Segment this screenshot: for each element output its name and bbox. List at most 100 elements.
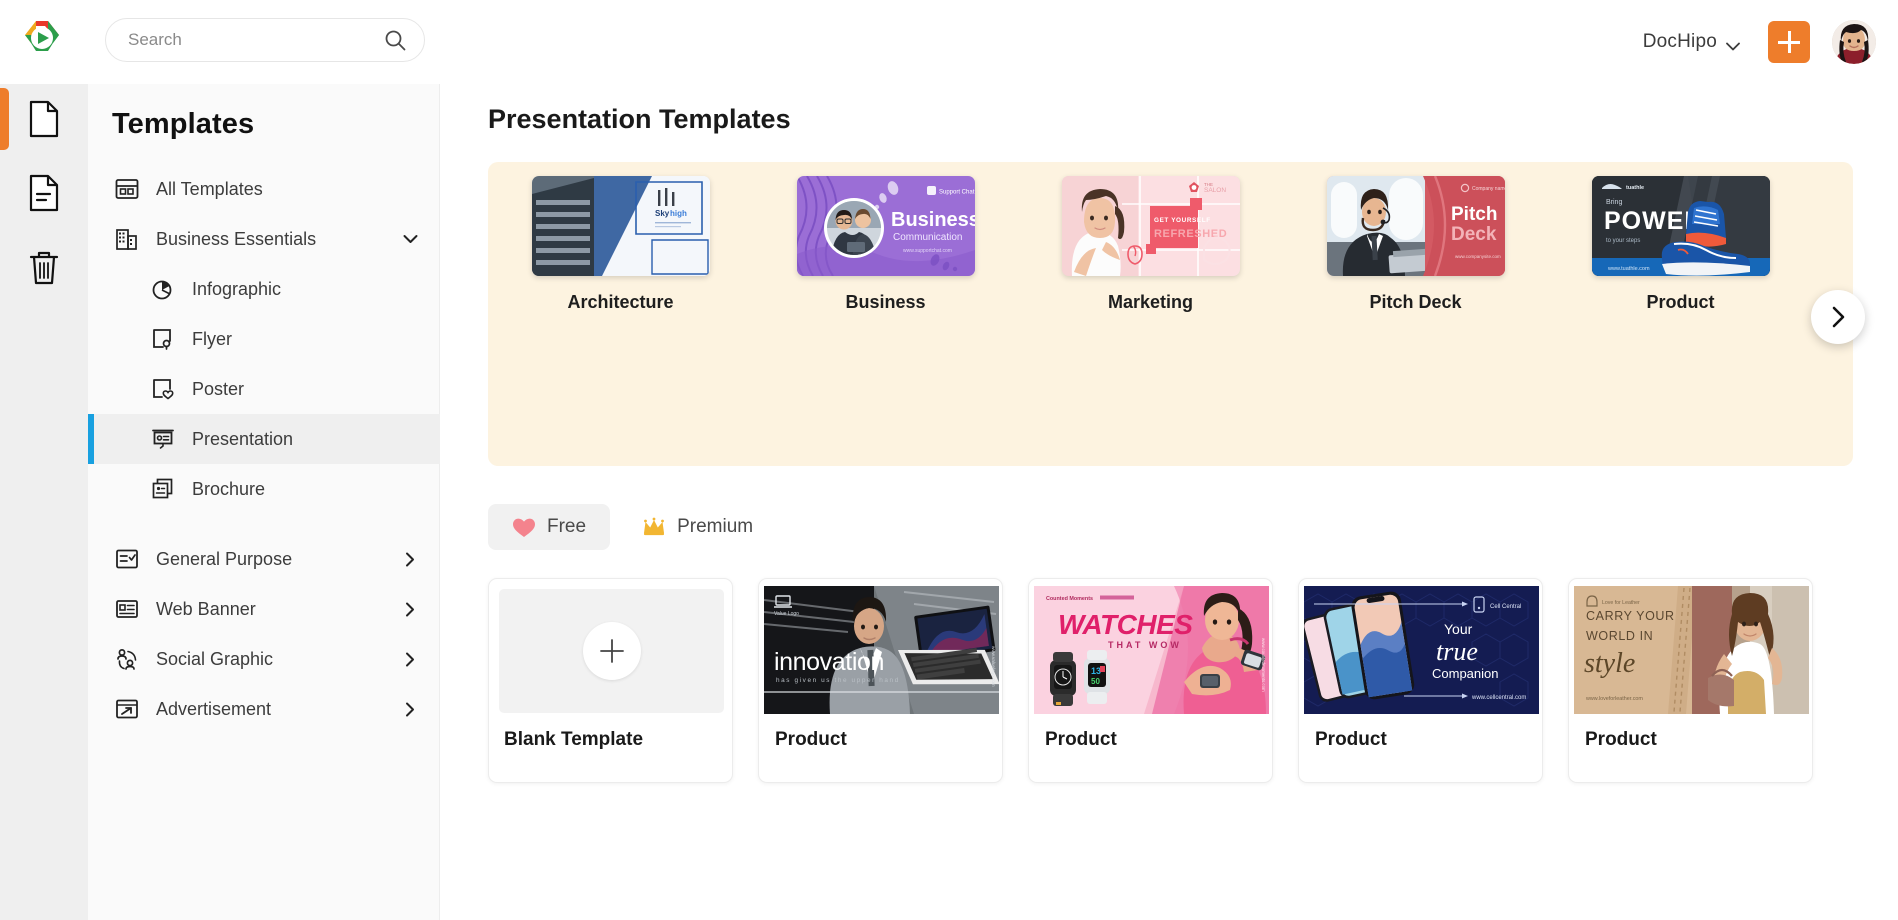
sidebar-item-label: Business Essentials bbox=[156, 228, 317, 249]
category-thumbnail: GET YOURSELF REFRESHED THE SALON bbox=[1061, 176, 1240, 276]
sidebar-item-all-templates[interactable]: All Templates bbox=[88, 164, 440, 214]
svg-text:CARRY YOUR: CARRY YOUR bbox=[1586, 609, 1675, 623]
create-new-button[interactable] bbox=[1768, 21, 1810, 63]
template-card-product-watches[interactable]: 13 50 WATCHES THAT WOW Counted Moments w… bbox=[1028, 578, 1273, 783]
sidebar-item-poster[interactable]: Poster bbox=[88, 364, 440, 414]
category-card-architecture[interactable]: Sky high Architecture bbox=[488, 176, 753, 376]
sidebar-item-label: Infographic bbox=[192, 278, 282, 299]
filter-tab-label: Premium bbox=[677, 516, 754, 537]
rail-item-trash[interactable] bbox=[0, 236, 88, 298]
category-label: Pitch Deck bbox=[1369, 292, 1462, 312]
category-label: Marketing bbox=[1107, 292, 1194, 312]
add-blank-button[interactable] bbox=[582, 622, 641, 680]
svg-text:to your steps: to your steps bbox=[1606, 238, 1640, 244]
search-input[interactable] bbox=[128, 30, 384, 50]
svg-text:tuathle: tuathle bbox=[1626, 185, 1644, 191]
heart-icon bbox=[512, 516, 536, 538]
category-thumbnail: Pitch Deck www.companysite.com Company n… bbox=[1326, 176, 1505, 276]
sidebar-item-infographic[interactable]: Infographic bbox=[88, 264, 440, 314]
filter-tab-free[interactable]: Free bbox=[488, 504, 611, 550]
svg-text:www.valuelogo.com: www.valuelogo.com bbox=[991, 646, 996, 687]
category-card-product[interactable]: www.tuathle.com Bring POWER to your step… bbox=[1548, 176, 1813, 376]
svg-text:has given us the upper hand: has given us the upper hand bbox=[776, 677, 900, 684]
sidebar-item-brochure[interactable]: Brochure bbox=[88, 464, 440, 514]
price-filter-tabs: Free Premium bbox=[488, 504, 777, 550]
svg-text:Communication: Communication bbox=[893, 232, 962, 243]
category-card-pitch-deck[interactable]: Pitch Deck www.companysite.com Company n… bbox=[1283, 176, 1548, 376]
svg-text:www.companysite.com: www.companysite.com bbox=[1455, 254, 1501, 259]
svg-text:style: style bbox=[1584, 648, 1635, 679]
chevron-down-icon[interactable] bbox=[402, 231, 418, 247]
sidebar-item-label: All Templates bbox=[156, 178, 263, 199]
chevron-right-icon[interactable] bbox=[402, 601, 418, 617]
svg-text:Value Logo: Value Logo bbox=[774, 611, 799, 617]
dochipo-logo-icon[interactable] bbox=[16, 12, 68, 64]
sidebar-item-label: Social Graphic bbox=[156, 648, 274, 669]
sidebar-item-presentation[interactable]: Presentation bbox=[88, 414, 440, 464]
carousel-next-button[interactable] bbox=[1811, 290, 1865, 344]
svg-text:50: 50 bbox=[1091, 677, 1100, 686]
main-content: Presentation Templates Sky high Architec… bbox=[440, 84, 1898, 920]
workspace-name: DocHipo bbox=[1642, 31, 1717, 52]
filter-tab-premium[interactable]: Premium bbox=[618, 504, 777, 550]
sidebar-item-general-purpose[interactable]: General Purpose bbox=[88, 534, 440, 584]
category-label: Business bbox=[845, 292, 926, 312]
chevron-right-icon[interactable] bbox=[402, 551, 418, 567]
presentation-icon bbox=[150, 426, 176, 452]
category-thumbnail: www.tuathle.com Bring POWER to your step… bbox=[1591, 176, 1770, 276]
template-card-blank[interactable]: Blank Template bbox=[488, 578, 733, 783]
workspace-selector[interactable]: DocHipo bbox=[1635, 25, 1748, 59]
chevron-right-icon[interactable] bbox=[402, 651, 418, 667]
category-card-business[interactable]: Business Communication www.supportchat.c… bbox=[753, 176, 1018, 376]
sidebar-item-label: Presentation bbox=[192, 428, 294, 449]
category-track: Sky high Architecture Business Communica… bbox=[488, 176, 1853, 376]
category-label: Architecture bbox=[567, 292, 674, 312]
category-card-marketing[interactable]: GET YOURSELF REFRESHED THE SALON Marketi… bbox=[1018, 176, 1283, 376]
chevron-right-icon bbox=[1832, 306, 1845, 328]
webbanner-icon bbox=[114, 596, 140, 622]
search-icon[interactable] bbox=[384, 29, 406, 51]
brochure-icon bbox=[150, 476, 176, 502]
svg-text:www.loveforleather.com: www.loveforleather.com bbox=[1585, 696, 1643, 702]
search-box[interactable] bbox=[105, 18, 425, 62]
svg-text:Support Chat: Support Chat bbox=[939, 190, 975, 196]
grid-icon bbox=[114, 176, 140, 202]
rail-item-my-designs[interactable] bbox=[0, 162, 88, 224]
icon-rail bbox=[0, 84, 88, 920]
advertisement-icon bbox=[114, 696, 140, 722]
svg-text:high: high bbox=[670, 209, 687, 218]
flyer-icon bbox=[150, 326, 176, 352]
svg-text:true: true bbox=[1436, 637, 1478, 666]
svg-text:Your: Your bbox=[1444, 621, 1473, 637]
template-card-product-phones[interactable]: Your true Companion Cell Central www.cel… bbox=[1298, 578, 1543, 783]
sidebar-item-web-banner[interactable]: Web Banner bbox=[88, 584, 440, 634]
svg-text:www.countedmoments.com: www.countedmoments.com bbox=[1261, 638, 1266, 692]
rail-item-documents[interactable] bbox=[0, 88, 88, 150]
sidebar-item-social-graphic[interactable]: Social Graphic bbox=[88, 634, 440, 684]
svg-text:Sky: Sky bbox=[655, 209, 670, 218]
sidebar-title: Templates bbox=[112, 108, 255, 140]
svg-text:Company name: Company name bbox=[1472, 186, 1505, 192]
filter-tab-label: Free bbox=[547, 516, 587, 537]
sidebar-item-flyer[interactable]: Flyer bbox=[88, 314, 440, 364]
sidebar-item-business-essentials[interactable]: Business Essentials bbox=[88, 214, 440, 264]
sidebar-item-label: Advertisement bbox=[156, 698, 272, 719]
chevron-right-icon[interactable] bbox=[402, 701, 418, 717]
svg-text:Companion: Companion bbox=[1432, 666, 1499, 681]
svg-text:www.tuathle.com: www.tuathle.com bbox=[1607, 266, 1650, 272]
template-card-label: Product bbox=[1315, 729, 1387, 750]
category-thumbnail: Sky high bbox=[531, 176, 710, 276]
page-title: Presentation Templates bbox=[488, 104, 791, 134]
template-card-product-leather[interactable]: CARRY YOUR WORLD IN style www.loveforlea… bbox=[1568, 578, 1813, 783]
trash-icon bbox=[27, 248, 61, 286]
avatar[interactable] bbox=[1832, 20, 1876, 64]
poster-heart-icon bbox=[150, 376, 176, 402]
template-card-label: Product bbox=[1585, 729, 1657, 750]
category-label: Product bbox=[1646, 292, 1715, 312]
sidebar-item-advertisement[interactable]: Advertisement bbox=[88, 684, 440, 734]
template-card-label: Blank Template bbox=[504, 729, 644, 750]
template-thumbnail: Your true Companion Cell Central www.cel… bbox=[1304, 586, 1539, 714]
header-right-group: DocHipo bbox=[1635, 0, 1876, 84]
template-card-product-innovation[interactable]: innovation has given us the upper hand V… bbox=[758, 578, 1003, 783]
plus-icon bbox=[599, 639, 624, 663]
